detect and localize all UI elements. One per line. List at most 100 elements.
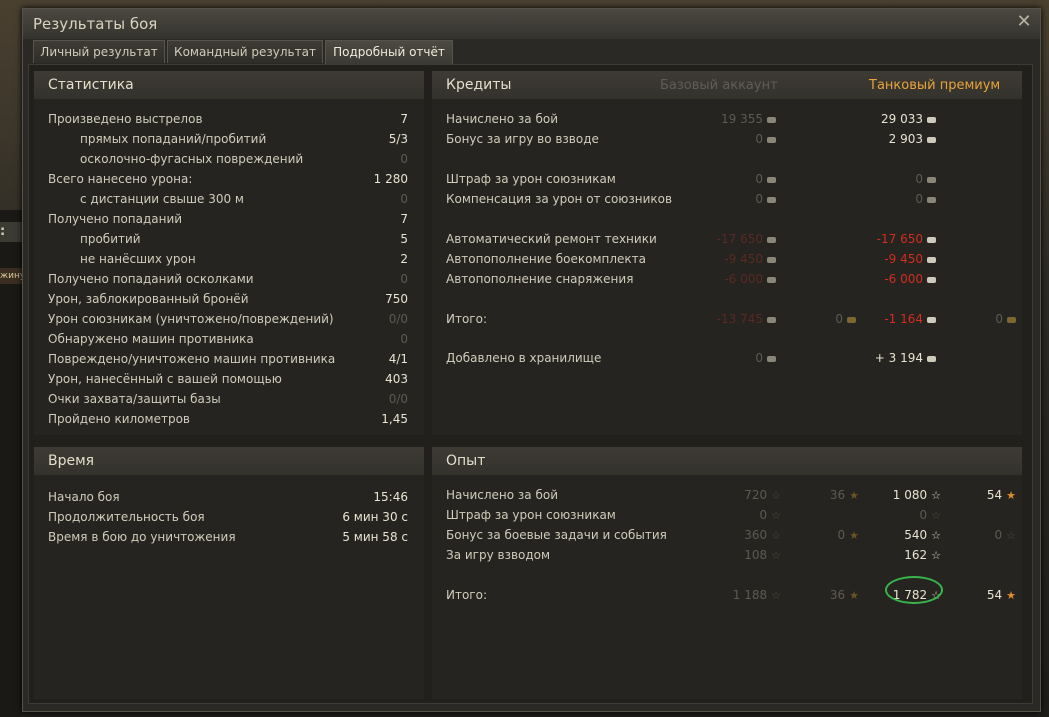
stat-row: Очки захвата/защиты базы 0/0 <box>48 389 408 409</box>
stat-label: Всего нанесено урона: <box>48 172 193 186</box>
title-bar[interactable]: Результаты боя ✕ <box>23 9 1040 39</box>
gold-icon <box>847 316 856 323</box>
base-credits-value: 0 <box>755 169 776 189</box>
base-credits-number: 0 <box>755 172 763 186</box>
gold-icon <box>1007 316 1016 323</box>
xp-star-icon: ☆ <box>931 529 941 542</box>
credits-row: Штраф за урон союзникам 0 0 <box>446 169 1016 189</box>
base-xp-value: 0 ☆ <box>759 505 781 526</box>
premium-xp-value: 540 ☆ <box>904 525 941 546</box>
credits-row: Добавлено в хранилище 0 + 3 194 <box>446 348 1016 368</box>
base-credits-value: -17 650 <box>717 229 776 249</box>
stat-row: Произведено выстрелов 7 <box>48 109 408 129</box>
stat-label: Получено попаданий осколками <box>48 272 254 286</box>
free-xp-star-icon: ★ <box>1006 489 1016 502</box>
base-free-xp-value: 0 ★ <box>837 525 859 546</box>
premium-xp-number: 540 <box>904 528 928 542</box>
credits-title: Кредиты <box>446 77 512 93</box>
stat-value: 1 280 <box>373 172 408 186</box>
credit-icon <box>767 256 776 263</box>
xp-star-icon: ☆ <box>771 589 781 602</box>
premium-gold-number: 0 <box>995 312 1003 326</box>
experience-header: Опыт <box>432 447 1022 475</box>
premium-credits-value: 0 <box>915 169 936 189</box>
premium-credits-number: 29 033 <box>881 112 923 126</box>
xp-star-icon: ☆ <box>931 549 941 562</box>
credit-icon <box>927 116 936 123</box>
statistics-panel: Статистика Произведено выстрелов 7 прямых … <box>34 71 424 435</box>
stat-label: с дистанции свыше 300 м <box>80 192 244 206</box>
stat-row: Получено попаданий 7 <box>48 209 408 229</box>
time-value: 6 мин 30 с <box>342 510 408 524</box>
stat-row: пробитий 5 <box>48 229 408 249</box>
premium-credits-number: + 3 194 <box>874 351 923 365</box>
xp-star-icon: ☆ <box>771 489 781 502</box>
experience-title: Опыт <box>446 453 486 469</box>
credits-row: Начислено за бой 19 355 29 033 <box>446 109 1016 129</box>
stat-label: Очки захвата/защиты базы <box>48 392 221 406</box>
credits-label: Автопополнение боекомплекта <box>446 252 646 266</box>
stat-label: осколочно-фугасных повреждений <box>80 152 304 166</box>
credit-icon <box>767 176 776 183</box>
credits-row: Бонус за игру во взводе 0 2 903 <box>446 129 1016 149</box>
stat-value: 4/1 <box>388 352 408 366</box>
credit-icon <box>927 236 936 243</box>
base-credits-number: -9 450 <box>724 252 763 266</box>
stat-value: 5/3 <box>388 132 408 146</box>
highlight-circle <box>885 576 943 604</box>
credits-panel: Кредиты Базовый аккаунт Танковый премиум… <box>432 71 1022 435</box>
premium-credits-value: 2 903 <box>889 129 936 149</box>
time-value: 15:46 <box>373 490 408 504</box>
experience-label: За игру взводом <box>446 548 551 562</box>
base-xp-value: 360 ☆ <box>744 525 781 546</box>
base-free-xp-value: 36 ★ <box>830 585 859 606</box>
base-credits-value: 19 355 <box>721 109 776 129</box>
stat-label: Обнаружено машин противника <box>48 332 254 346</box>
premium-credits-value: 0 <box>915 189 936 209</box>
base-free-xp-value: 36 ★ <box>830 485 859 506</box>
xp-star-icon: ☆ <box>771 509 781 522</box>
stat-value: 750 <box>385 292 408 306</box>
base-credits-value: 0 <box>755 129 776 149</box>
free-xp-star-icon: ★ <box>849 589 859 602</box>
stat-label: Урон, заблокированный бронёй <box>48 292 249 306</box>
stat-value: 7 <box>400 212 408 226</box>
tab-personal-result[interactable]: Личный результат <box>33 40 165 63</box>
credit-icon <box>927 316 936 323</box>
time-header: Время <box>34 447 424 475</box>
stat-row: Урон, нанесённый с вашей помощью 403 <box>48 369 408 389</box>
credit-icon <box>927 256 936 263</box>
credits-row: Автопополнение снаряжения -6 000 -6 000 <box>446 269 1016 289</box>
battle-results-window: Результаты боя ✕ Личный результат Команд… <box>22 8 1041 712</box>
premium-free-xp-number: 54 <box>986 588 1003 602</box>
base-xp-number: 0 <box>759 508 768 522</box>
stat-row: прямых попаданий/пробитий 5/3 <box>48 129 408 149</box>
premium-free-xp-value: 54 ★ <box>987 585 1016 606</box>
stat-row: Всего нанесено урона: 1 280 <box>48 169 408 189</box>
time-title: Время <box>48 453 95 469</box>
premium-free-xp-value: 0 ☆ <box>994 525 1016 546</box>
stat-label: Повреждено/уничтожено машин противника <box>48 352 336 366</box>
stat-value: 0 <box>400 152 408 166</box>
base-xp-number: 108 <box>744 548 768 562</box>
base-credits-value: -13 745 <box>717 309 776 329</box>
xp-star-icon: ☆ <box>771 549 781 562</box>
tab-team-result[interactable]: Командный результат <box>167 40 323 63</box>
premium-credits-number: -6 000 <box>884 272 923 286</box>
base-credits-number: -13 745 <box>716 312 763 326</box>
base-xp-value: 720 ☆ <box>744 485 781 506</box>
base-xp-number: 360 <box>744 528 768 542</box>
premium-xp-value: 162 ☆ <box>904 545 941 566</box>
stat-value: 5 <box>400 232 408 246</box>
stat-row: Повреждено/уничтожено машин противника 4/… <box>48 349 408 369</box>
stat-label: Урон, нанесённый с вашей помощью <box>48 372 282 386</box>
premium-credits-value: 29 033 <box>881 109 936 129</box>
credits-row: Автопополнение боекомплекта -9 450 -9 450 <box>446 249 1016 269</box>
base-xp-number: 720 <box>744 488 768 502</box>
credits-row: Итого: -13 745 -1 164 0 0 <box>446 309 1016 329</box>
tab-detailed-report[interactable]: Подробный отчёт <box>325 40 453 65</box>
stat-value: 0 <box>400 272 408 286</box>
close-icon[interactable]: ✕ <box>1014 12 1034 32</box>
credit-icon <box>927 176 936 183</box>
time-row: Продолжительность боя 6 мин 30 с <box>48 507 408 527</box>
